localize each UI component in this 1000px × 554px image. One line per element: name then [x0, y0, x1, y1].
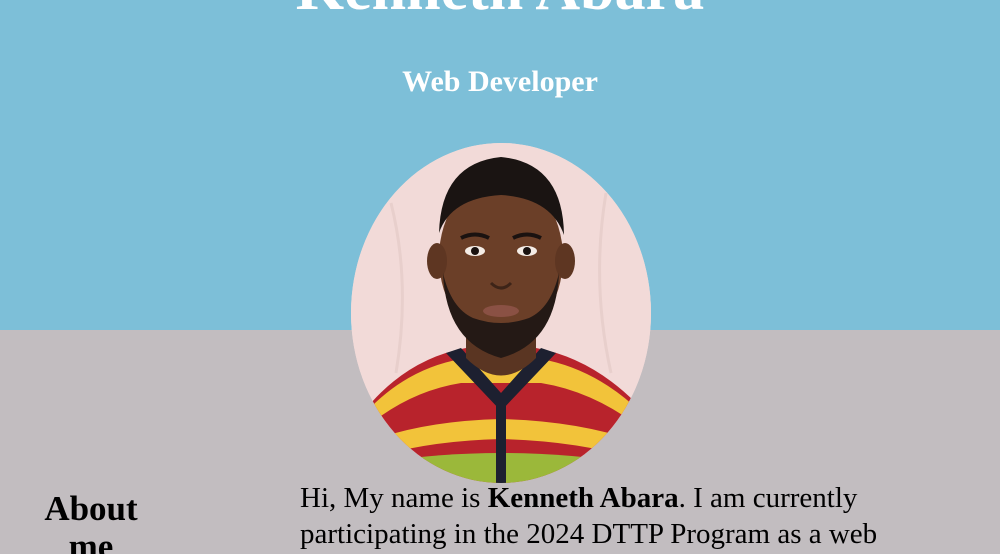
- profile-photo: [351, 143, 651, 483]
- about-heading: About me: [44, 489, 138, 554]
- job-title: Web Developer: [402, 65, 598, 98]
- about-intro-prefix: Hi, My name is: [300, 482, 488, 514]
- page-title: Kenneth Abara: [0, 0, 1000, 20]
- portrait-illustration: [351, 143, 651, 483]
- portfolio-page: Kenneth Abara Web Developer: [0, 0, 1000, 554]
- about-intro-name: Kenneth Abara: [487, 482, 679, 514]
- about-paragraph: Hi, My name is Kenneth Abara. I am curre…: [300, 480, 980, 552]
